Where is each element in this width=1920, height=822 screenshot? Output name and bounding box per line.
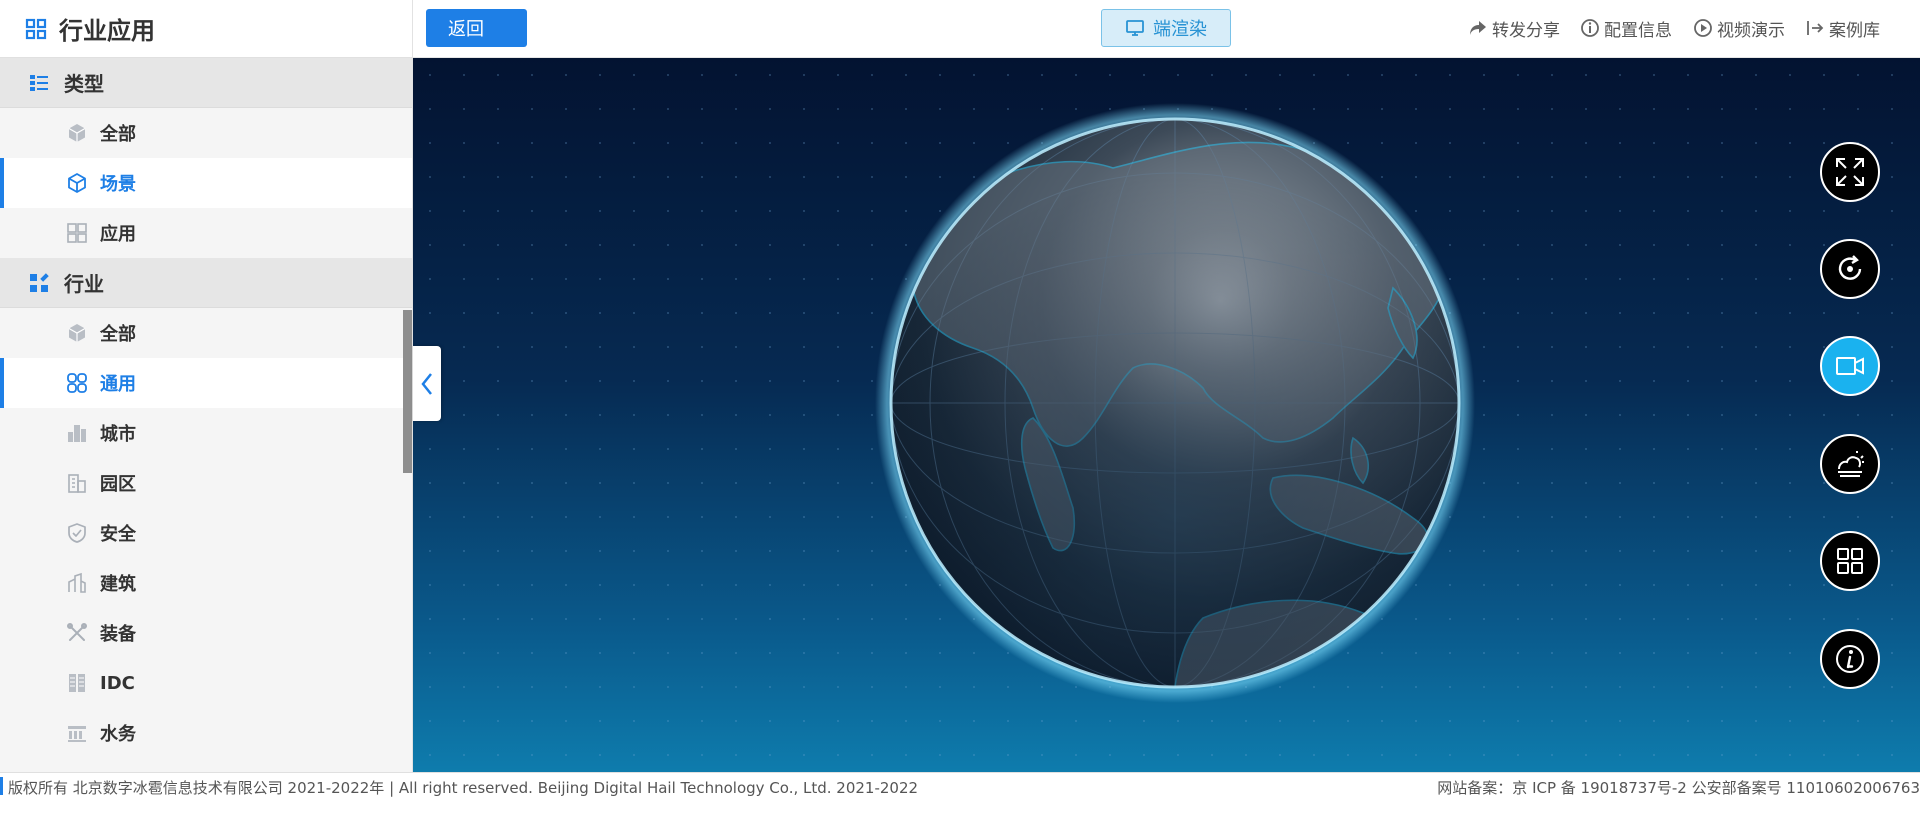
sidebar-item-label: 水务 <box>100 724 136 745</box>
share-label: 转发分享 <box>1492 20 1560 41</box>
sidebar-item-equipment[interactable]: 装备 <box>0 608 412 658</box>
monitor-icon <box>1125 18 1145 38</box>
sidebar-item-type-all[interactable]: 全部 <box>0 108 412 158</box>
cube-icon <box>66 322 88 344</box>
sidebar-item-label: 全部 <box>100 324 136 345</box>
tools-icon <box>66 622 88 644</box>
sidebar-item-park[interactable]: 园区 <box>0 458 412 508</box>
sidebar-item-label: 建筑 <box>100 574 136 595</box>
case-library-link[interactable]: 案例库 <box>1805 15 1880 41</box>
sidebar: 行业应用 类型 全部 场景 应用 行业 全部 通用 城市 园区 安全 建筑 装备… <box>0 0 413 772</box>
config-info-link[interactable]: 配置信息 <box>1580 15 1672 41</box>
expand-icon <box>1833 155 1867 189</box>
copyright-text: 版权所有 北京数字冰雹信息技术有限公司 2021-2022年 | All rig… <box>8 779 919 797</box>
config-info-label: 配置信息 <box>1604 20 1672 41</box>
building-icon <box>66 472 88 494</box>
footer-accent-bar <box>0 777 3 795</box>
sidebar-item-city[interactable]: 城市 <box>0 408 412 458</box>
sidebar-item-security[interactable]: 安全 <box>0 508 412 558</box>
grid-icon <box>1833 544 1867 578</box>
render-mode-label: 端渲染 <box>1153 19 1207 40</box>
architecture-icon <box>66 572 88 594</box>
info-icon <box>1833 642 1867 676</box>
list-icon <box>28 72 50 94</box>
server-icon <box>66 672 88 694</box>
four-circles-icon <box>66 372 88 394</box>
sidebar-item-label: 应用 <box>100 224 136 245</box>
info-button[interactable] <box>1820 629 1880 689</box>
group-header-industry[interactable]: 行业 <box>0 258 412 308</box>
layout-grid-button[interactable] <box>1820 531 1880 591</box>
rotate-icon <box>1833 252 1867 286</box>
sidebar-item-app[interactable]: 应用 <box>0 208 412 258</box>
video-demo-link[interactable]: 视频演示 <box>1693 15 1785 41</box>
sidebar-collapse-button[interactable] <box>413 346 441 421</box>
sidebar-item-scene[interactable]: 场景 <box>0 158 412 208</box>
render-mode-button[interactable]: 端渲染 <box>1101 9 1231 47</box>
sidebar-item-idc[interactable]: IDC <box>0 658 412 708</box>
fullscreen-button[interactable] <box>1820 142 1880 202</box>
sidebar-item-label: 园区 <box>100 474 136 495</box>
app-root: 行业应用 类型 全部 场景 应用 行业 全部 通用 城市 园区 安全 建筑 装备… <box>0 0 1920 822</box>
sidebar-title: 行业应用 <box>59 17 155 45</box>
record-video-button[interactable] <box>1820 336 1880 396</box>
sidebar-item-label: 安全 <box>100 524 136 545</box>
water-plant-icon <box>66 722 88 744</box>
case-library-label: 案例库 <box>1829 20 1880 41</box>
sidebar-item-label: IDC <box>100 672 135 694</box>
sidebar-item-industry-all[interactable]: 全部 <box>0 308 412 358</box>
apps-icon <box>66 222 88 244</box>
top-toolbar: 返回 端渲染 转发分享 配置信息 视频演示 案例库 <box>413 0 1920 58</box>
sidebar-item-general[interactable]: 通用 <box>0 358 412 408</box>
page-footer: 版权所有 北京数字冰雹信息技术有限公司 2021-2022年 | All rig… <box>0 772 1920 822</box>
sidebar-header: 行业应用 <box>0 0 412 58</box>
weather-button[interactable] <box>1820 434 1880 494</box>
sidebar-scrollbar[interactable] <box>403 310 412 473</box>
chevron-left-icon <box>420 371 434 397</box>
sidebar-item-water[interactable]: 水务 <box>0 708 412 758</box>
scene-viewport[interactable] <box>413 58 1920 772</box>
rotate-button[interactable] <box>1820 239 1880 299</box>
sidebar-item-label: 场景 <box>100 174 136 195</box>
shield-icon <box>66 522 88 544</box>
video-camera-icon <box>1833 349 1867 383</box>
sidebar-item-label: 城市 <box>100 424 136 445</box>
group-header-type[interactable]: 类型 <box>0 58 412 108</box>
sidebar-item-architecture[interactable]: 建筑 <box>0 558 412 608</box>
share-icon <box>1468 18 1488 38</box>
video-demo-label: 视频演示 <box>1717 20 1785 41</box>
play-icon <box>1693 18 1713 38</box>
library-icon <box>1805 18 1825 38</box>
cube-icon <box>66 122 88 144</box>
sidebar-item-label: 通用 <box>100 374 136 395</box>
grid-icon <box>25 18 47 40</box>
sidebar-item-label: 装备 <box>100 624 136 645</box>
category-icon <box>28 272 50 294</box>
back-button[interactable]: 返回 <box>426 9 527 47</box>
cube-outline-icon <box>66 172 88 194</box>
group-label: 类型 <box>64 72 104 96</box>
group-label: 行业 <box>64 272 104 296</box>
globe-scene[interactable] <box>413 58 1920 772</box>
record-text: 网站备案：京 ICP 备 19018737号-2 公安部备案号 11010602… <box>1437 779 1920 797</box>
info-icon <box>1580 18 1600 38</box>
city-icon <box>66 422 88 444</box>
sidebar-item-label: 全部 <box>100 124 136 145</box>
share-link[interactable]: 转发分享 <box>1468 15 1560 41</box>
weather-icon <box>1833 447 1867 481</box>
